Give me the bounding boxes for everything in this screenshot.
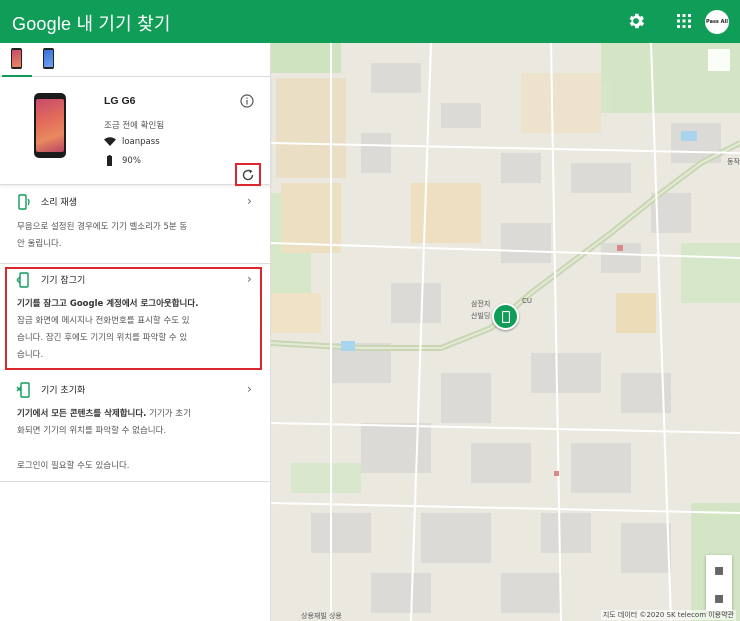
secure-device-action[interactable]: 기기 잠그기 › 기기를 잠그고 Google 계정에서 로그아웃합니다. 잠금…	[0, 272, 271, 370]
map-label-store: CU	[522, 297, 533, 305]
play-sound-desc: 무음으로 설정된 경우에도 기기 벨소리가 5분 동 안 울립니다.	[17, 222, 188, 249]
phone-pin-icon	[502, 311, 510, 323]
play-sound-title: 소리 재생	[41, 198, 77, 208]
refresh-icon	[242, 169, 254, 181]
device-location-pin[interactable]	[492, 303, 519, 330]
device-image	[34, 93, 66, 158]
device-panel: LG G6 조금 전에 확인됨 loanpass 90% 소리 재생 › 무음으…	[0, 43, 271, 621]
info-icon[interactable]	[240, 94, 254, 108]
chevron-right-icon: ›	[247, 382, 252, 396]
last-seen-text: 조금 전에 확인됨	[104, 121, 165, 131]
ring-phone-icon	[18, 194, 30, 210]
app-header: Google 내 기기 찾기 Pass All	[0, 0, 740, 43]
phone-thumb-icon	[43, 48, 54, 69]
zoom-out-button[interactable]: ▪	[706, 583, 732, 611]
erase-device-action[interactable]: 기기 초기화 › 기기에서 모든 콘텐츠를 삭제합니다. 기기가 초기 화되면 …	[0, 382, 271, 482]
apps-grid-icon[interactable]	[676, 13, 692, 29]
map-label-building: 산빌딩	[471, 312, 491, 320]
refresh-button[interactable]	[235, 163, 261, 186]
wifi-icon	[104, 137, 116, 146]
secure-device-title: 기기 잠그기	[41, 276, 86, 286]
battery-status: 90%	[104, 155, 141, 166]
map-label-station: 삼전지	[471, 300, 491, 308]
wifi-name: loanpass	[122, 137, 160, 147]
erase-device-header[interactable]: 기기 초기화 ›	[0, 382, 271, 402]
map-attribution: 지도 데이터 ©2020 SK telecom 이용약관	[600, 610, 736, 620]
chevron-right-icon: ›	[247, 194, 252, 208]
device-card: LG G6 조금 전에 확인됨 loanpass 90%	[0, 77, 271, 186]
zoom-in-button[interactable]: ▪	[706, 555, 732, 583]
map-label-bottom: 상용재빌 상용	[301, 612, 342, 620]
lock-phone-icon	[16, 272, 29, 288]
device-name: LG G6	[104, 95, 136, 107]
battery-level: 90%	[122, 156, 141, 166]
device-tab-2[interactable]	[34, 43, 64, 77]
erase-phone-icon	[16, 382, 30, 398]
erase-device-title: 기기 초기화	[41, 386, 86, 396]
play-sound-header[interactable]: 소리 재생 ›	[0, 194, 271, 214]
phone-thumb-icon	[11, 48, 22, 69]
map-layer-button[interactable]	[708, 49, 730, 71]
secure-device-desc: 기기를 잠그고 Google 계정에서 로그아웃합니다. 잠금 화면에 메시지나…	[17, 299, 199, 360]
app-title: Google 내 기기 찾기	[12, 14, 171, 34]
account-avatar[interactable]: Pass All	[705, 10, 729, 34]
erase-device-desc: 기기에서 모든 콘텐츠를 삭제합니다. 기기가 초기 화되면 기기의 위치를 파…	[17, 409, 191, 436]
settings-gear-icon[interactable]	[626, 11, 646, 31]
battery-icon	[107, 155, 112, 166]
erase-device-note: 로그인이 필요할 수도 있습니다.	[17, 461, 130, 471]
play-sound-action[interactable]: 소리 재생 › 무음으로 설정된 경우에도 기기 벨소리가 5분 동 안 울립니…	[0, 194, 271, 264]
zoom-control[interactable]: ▪ ▪	[706, 555, 732, 611]
chevron-right-icon: ›	[247, 272, 252, 286]
map-view[interactable]: 삼전지 산빌딩 CU 상용재빌 상용 동작 ▪ ▪ 지도 데이터 ©2020 S…	[271, 43, 740, 621]
map-tiles	[271, 43, 740, 621]
map-label-right: 동작	[727, 158, 740, 166]
device-tab-1[interactable]	[2, 43, 32, 77]
device-tabs	[0, 43, 271, 77]
wifi-status: loanpass	[104, 137, 160, 147]
secure-device-header[interactable]: 기기 잠그기 ›	[0, 272, 271, 292]
